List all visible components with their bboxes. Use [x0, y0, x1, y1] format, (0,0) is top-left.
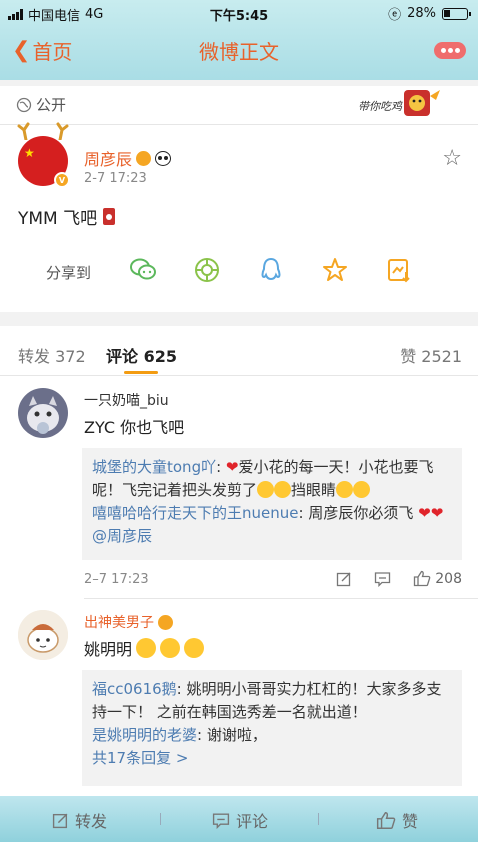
laugh-emoji-icon	[257, 481, 275, 498]
reply-separator: :	[176, 680, 187, 698]
like-button[interactable]: 赞	[376, 808, 418, 832]
reply-text: 挡眼睛	[291, 481, 337, 499]
comment-label: 评论	[236, 812, 269, 831]
post-card: 公开 带你吃鸡 ★ V 周彦辰 2-7 17:23 ☆ YMM 飞吧 分享到	[0, 86, 478, 312]
battery-percent: 28%	[407, 6, 436, 21]
more-button[interactable]	[434, 42, 466, 59]
like-button[interactable]: 208	[413, 570, 462, 587]
comment-text: ZYC 你也飞吧	[84, 418, 185, 437]
share-label: 分享到	[46, 264, 92, 282]
author-name: 周彦辰	[84, 150, 133, 169]
tab-comment[interactable]: 评论 625	[106, 343, 177, 367]
commenter-avatar[interactable]	[18, 388, 68, 438]
save-icon[interactable]	[385, 256, 413, 284]
comment-icon[interactable]	[374, 571, 391, 587]
reply-text: 周彦辰你必须飞	[308, 504, 414, 522]
reply-user[interactable]: 城堡的大童tong吖	[92, 458, 216, 476]
panda-badge-icon	[155, 150, 172, 166]
post-text: YMM 飞吧	[18, 204, 116, 229]
repost-label: 转发	[75, 812, 108, 831]
author-name-row[interactable]: 周彦辰	[84, 146, 172, 170]
globe-icon	[16, 97, 32, 112]
star-icon: ★	[24, 146, 35, 160]
comment-icon	[212, 812, 230, 829]
reply-separator: :	[216, 458, 226, 476]
tab-repost[interactable]: 转发 372	[18, 343, 86, 367]
reply-item[interactable]: 是姚明明的老婆: 谢谢啦，	[92, 724, 452, 747]
antler-decoration	[17, 122, 69, 140]
commenter-avatar[interactable]	[18, 610, 68, 660]
tab-like[interactable]: 赞 2521	[400, 343, 462, 367]
tears-emoji-icon	[336, 481, 354, 498]
laugh-emoji-icon	[274, 481, 292, 498]
reply-item[interactable]: 城堡的大童tong吖: ❤爱小花的每一天！小花也要飞呢！飞完记着把头发剪了 挡眼睛	[92, 456, 452, 502]
gas-can-emoji-icon	[103, 208, 116, 225]
tears-emoji-icon	[353, 481, 371, 498]
wechat-icon[interactable]	[129, 256, 157, 284]
comment-actions: 208	[336, 570, 462, 587]
reply-separator: :	[197, 726, 207, 744]
thumbs-up-icon	[414, 570, 431, 587]
more-replies-link[interactable]: 共17条回复 >	[92, 747, 452, 770]
status-bar: 中国电信 4G 下午5:45 ⓔ 28%	[0, 0, 478, 26]
qq-icon[interactable]	[257, 256, 285, 284]
favorite-star-icon[interactable]: ☆	[442, 146, 462, 171]
post-time: 2-7 17:23	[84, 171, 147, 186]
reply-user[interactable]: 嘻嘻哈哈行走天下的王nuenue	[92, 504, 299, 522]
battery-icon	[442, 7, 471, 20]
bottom-action-bar: 转发 评论 赞	[0, 796, 478, 842]
reply-box: 城堡的大童tong吖: ❤爱小花的每一天！小花也要飞呢！飞完记着把头发剪了 挡眼睛…	[82, 448, 462, 560]
post-body: YMM 飞吧	[18, 209, 98, 229]
visibility-label: 公开	[36, 96, 67, 114]
think-emoji-icon	[160, 638, 181, 658]
verified-icon: V	[54, 172, 70, 188]
repost-icon[interactable]	[336, 571, 352, 587]
divider	[84, 598, 478, 599]
thumbs-up-icon	[376, 811, 396, 829]
decoration-banner: 带你吃鸡	[358, 90, 440, 116]
repost-button[interactable]: 转发	[52, 808, 107, 832]
share-row: 分享到	[0, 256, 478, 286]
reply-box: 福cc0616鹅: 姚明明小哥哥实力杠杠的！大家多多支持一下！ 之前在韩国选秀差…	[82, 670, 462, 786]
reply-text: 谢谢啦，	[206, 726, 267, 744]
crown-badge-icon	[158, 614, 173, 630]
moments-icon[interactable]	[193, 256, 221, 284]
think-emoji-icon	[136, 638, 157, 658]
header: 中国电信 4G 下午5:45 ⓔ 28% ❮ 首页 微博正文	[0, 0, 478, 80]
comment-text-row: 姚明明	[84, 636, 205, 660]
comment-list: 一只奶喵_biu ZYC 你也飞吧 城堡的大童tong吖: ❤爱小花的每一天！小…	[0, 376, 478, 796]
heart-emoji-icon: ❤❤	[418, 504, 444, 522]
commenter-name: 出神美男子	[84, 615, 154, 631]
active-tab-indicator	[124, 371, 158, 374]
commenter-name-row[interactable]: 出神美男子	[84, 612, 173, 632]
reply-user[interactable]: 是姚明明的老婆	[92, 726, 197, 744]
reply-separator: :	[298, 504, 309, 522]
commenter-name[interactable]: 一只奶喵_biu	[84, 390, 169, 410]
reply-item[interactable]: 嘻嘻哈哈行走天下的王nuenue: 周彦辰你必须飞 ❤❤ @周彦辰	[92, 502, 452, 548]
think-emoji-icon	[184, 638, 205, 658]
tab-bar: 转发 372 评论 625 赞 2521	[0, 326, 478, 376]
reply-user[interactable]: 福cc0616鹅	[92, 680, 177, 698]
reply-item[interactable]: 福cc0616鹅: 姚明明小哥哥实力杠杠的！大家多多支持一下！ 之前在韩国选秀差…	[92, 678, 452, 724]
page-title: 微博正文	[199, 40, 279, 64]
banner-text: 带你吃鸡	[358, 100, 403, 113]
crown-badge-icon	[136, 150, 152, 166]
rotation-lock-icon: ⓔ	[388, 8, 402, 23]
heart-emoji-icon: ❤	[225, 458, 239, 476]
author-avatar[interactable]: ★ V	[17, 122, 70, 188]
comment-text: 姚明明	[84, 640, 133, 659]
comment-time: 2–7 17:23	[84, 572, 149, 587]
like-label: 赞	[402, 812, 419, 831]
visibility: 公开	[16, 94, 66, 115]
like-count: 208	[435, 570, 462, 587]
mention-link[interactable]: @周彦辰	[92, 527, 152, 545]
qzone-icon[interactable]	[321, 256, 349, 284]
repost-icon	[52, 813, 68, 828]
nav-bar: ❮ 首页 微博正文	[0, 30, 478, 70]
comment-button[interactable]: 评论	[212, 808, 268, 832]
